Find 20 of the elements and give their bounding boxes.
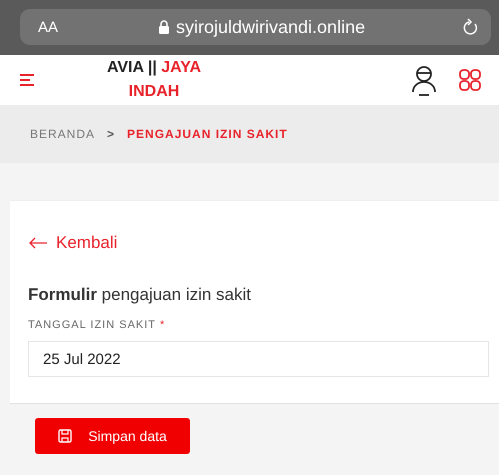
user-icon[interactable] [411,64,437,96]
text-size-button[interactable]: AA [38,18,158,36]
url-text: syirojuldwirivandi.online [176,16,366,38]
required-mark: * [160,319,166,331]
reload-icon[interactable] [463,18,479,36]
date-field[interactable]: 25 Jul 2022 [28,341,489,377]
save-icon [58,429,72,443]
lock-icon [158,20,170,34]
brand-title: AVIA || JAYA INDAH [106,58,202,102]
form-title: Formulir pengajuan izin sakit [28,285,252,305]
menu-icon[interactable] [20,74,34,86]
breadcrumb-separator: > [107,127,116,141]
apps-grid-icon[interactable] [459,69,481,91]
field-label: TANGGAL IZIN SAKIT [28,319,156,331]
back-arrow-icon [28,237,48,249]
breadcrumb-item[interactable]: PENGAJUAN IZIN SAKIT [127,127,288,141]
breadcrumb-item[interactable]: BERANDA [30,127,96,141]
url-field[interactable]: syirojuldwirivandi.online [158,16,463,38]
back-link[interactable]: Kembali [28,233,118,253]
save-button[interactable]: Simpan data [35,418,190,454]
